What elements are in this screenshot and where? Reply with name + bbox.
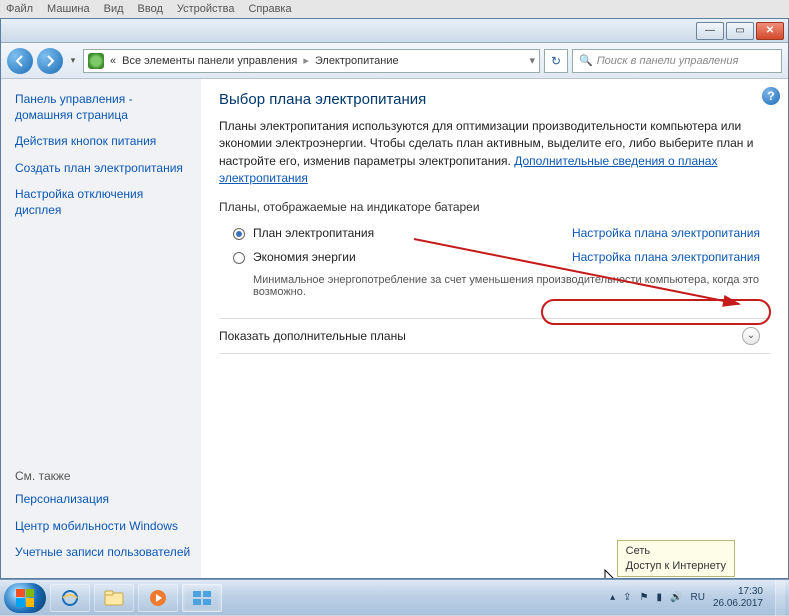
system-tray: ▴ ⇪ ⚑ ▮ 🔊 RU 17:30 26.06.2017 (610, 586, 769, 609)
see-also-mobility-center[interactable]: Центр мобильности Windows (15, 518, 191, 534)
back-button[interactable] (7, 48, 33, 74)
sidebar-link-display-off[interactable]: Настройка отключения дисплея (15, 186, 191, 218)
tray-date: 26.06.2017 (713, 598, 763, 610)
network-tooltip: Сеть Доступ к Интернету (617, 540, 735, 577)
section-heading: Планы, отображаемые на индикаторе батаре… (219, 200, 770, 214)
tray-clock[interactable]: 17:30 26.06.2017 (713, 586, 763, 609)
intro-text: Планы электропитания используются для оп… (219, 118, 770, 188)
forward-button[interactable] (37, 48, 63, 74)
see-also-personalization[interactable]: Персонализация (15, 491, 191, 507)
plan-settings-link[interactable]: Настройка плана электропитания (572, 226, 770, 240)
plan-row-main: План электропитания Настройка плана элек… (219, 222, 770, 246)
see-also-heading: См. также (15, 469, 191, 483)
nav-history-dropdown[interactable]: ▾ (67, 48, 79, 74)
plan-radio[interactable] (233, 228, 245, 240)
page-title: Выбор плана электропитания (219, 91, 770, 108)
taskbar-explorer[interactable] (94, 584, 134, 612)
breadcrumb-root[interactable]: Все элементы панели управления (122, 55, 297, 67)
sidebar-link-create-plan[interactable]: Создать план электропитания (15, 160, 191, 176)
power-icon (88, 53, 104, 69)
search-input[interactable]: 🔍 Поиск в панели управления (572, 49, 782, 73)
tooltip-title: Сеть (626, 544, 726, 558)
expander-label: Показать дополнительные планы (219, 329, 406, 343)
vm-menu-item[interactable]: Вид (104, 3, 124, 15)
vm-menu-item[interactable]: Справка (248, 3, 291, 15)
tray-lang[interactable]: RU (690, 592, 704, 603)
vm-menu-item[interactable]: Машина (47, 3, 90, 15)
tray-expand-icon[interactable]: ▴ (610, 592, 615, 603)
breadcrumb-current[interactable]: Электропитание (315, 55, 399, 67)
tooltip-line: Доступ к Интернету (626, 559, 726, 573)
breadcrumb-chevron: « (110, 55, 116, 67)
plan-label: Экономия энергии (253, 250, 433, 264)
address-bar[interactable]: « Все элементы панели управления ▸ Элект… (83, 49, 540, 73)
search-placeholder: Поиск в панели управления (597, 55, 739, 67)
taskbar-mediaplayer[interactable] (138, 584, 178, 612)
show-more-plans[interactable]: Показать дополнительные планы ⌄ (219, 318, 770, 354)
minimize-button[interactable]: — (696, 22, 724, 40)
plan-radio[interactable] (233, 252, 245, 264)
refresh-button[interactable]: ↻ (544, 49, 568, 73)
vm-menu-item[interactable]: Устройства (177, 3, 235, 15)
address-dropdown-icon[interactable]: ▾ (529, 54, 535, 67)
sidebar-link-button-actions[interactable]: Действия кнопок питания (15, 133, 191, 149)
titlebar: — ▭ ✕ (1, 19, 788, 43)
see-also-user-accounts[interactable]: Учетные записи пользователей (15, 544, 191, 560)
breadcrumb-sep: ▸ (303, 54, 309, 67)
taskbar-control-panel[interactable] (182, 584, 222, 612)
maximize-button[interactable]: ▭ (726, 22, 754, 40)
sidebar: Панель управления - домашняя страница Де… (1, 79, 201, 578)
vm-menu-item[interactable]: Файл (6, 3, 33, 15)
tray-network-icon[interactable]: ▮ (657, 592, 663, 603)
control-panel-window: — ▭ ✕ ▾ « Все элементы панели управления… (0, 18, 789, 579)
vm-menu-item[interactable]: Ввод (138, 3, 163, 15)
plan-settings-link[interactable]: Настройка плана электропитания (572, 250, 770, 264)
vm-menubar: Файл Машина Вид Ввод Устройства Справка (0, 0, 789, 18)
window-body: Панель управления - домашняя страница Де… (1, 79, 788, 578)
windows-logo-icon (16, 589, 34, 607)
search-icon: 🔍 (579, 54, 593, 67)
chevron-down-icon: ⌄ (742, 327, 760, 345)
plan-description: Минимальное энергопотребление за счет ум… (233, 274, 770, 298)
plan-row-saver: Экономия энергии Настройка плана электро… (219, 246, 770, 304)
start-button[interactable] (4, 583, 46, 613)
tray-usb-icon[interactable]: ⇪ (623, 592, 631, 603)
plan-label: План электропитания (253, 226, 564, 240)
show-desktop-button[interactable] (775, 580, 785, 616)
tray-action-center-icon[interactable]: ⚑ (640, 592, 649, 603)
tray-time: 17:30 (738, 586, 763, 598)
close-button[interactable]: ✕ (756, 22, 784, 40)
sidebar-home-link[interactable]: Панель управления - домашняя страница (15, 91, 191, 123)
taskbar-ie[interactable] (50, 584, 90, 612)
tray-volume-icon[interactable]: 🔊 (670, 592, 682, 603)
navbar: ▾ « Все элементы панели управления ▸ Эле… (1, 43, 788, 79)
content-area: ? Выбор плана электропитания Планы элект… (201, 79, 788, 578)
help-icon[interactable]: ? (762, 87, 780, 105)
taskbar: ▴ ⇪ ⚑ ▮ 🔊 RU 17:30 26.06.2017 (0, 579, 789, 615)
